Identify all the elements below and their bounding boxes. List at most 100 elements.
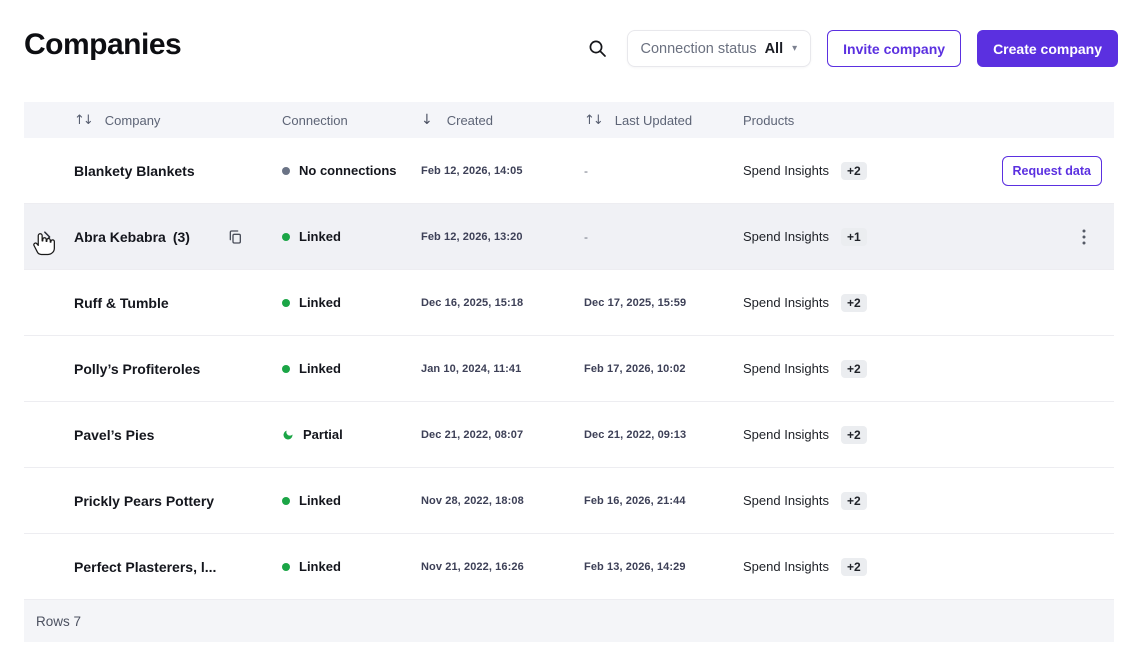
product-name: Spend Insights	[743, 229, 829, 244]
kebab-menu-icon	[1082, 229, 1086, 245]
connection-cell: Linked	[282, 493, 421, 508]
table-row[interactable]: Pavel’s Pies Partial Dec 21, 2022, 08:07…	[24, 402, 1114, 468]
sort-icon: ↑↓	[584, 113, 602, 128]
company-name: Pavel’s Pies	[74, 427, 154, 443]
action-cell: Request data	[943, 156, 1114, 186]
company-name: Prickly Pears Pottery	[74, 493, 214, 509]
table-footer: Rows 7	[24, 600, 1114, 642]
column-header-company[interactable]: ↑↓ Company	[24, 113, 282, 128]
connection-cell: Partial	[282, 427, 421, 442]
product-name: Spend Insights	[743, 295, 829, 310]
company-name: Ruff & Tumble	[74, 295, 169, 311]
product-count-badge: +2	[841, 162, 867, 180]
company-name: Abra Kebabra	[74, 229, 166, 245]
linked-status-icon	[282, 563, 290, 571]
companies-page: Companies Connection status All ▾ Invite…	[0, 0, 1138, 670]
product-name: Spend Insights	[743, 361, 829, 376]
product-count-badge: +2	[841, 360, 867, 378]
row-menu-button[interactable]	[1072, 225, 1096, 249]
products-cell: Spend Insights +2	[743, 558, 943, 576]
product-name: Spend Insights	[743, 559, 829, 574]
company-name: Blankety Blankets	[74, 163, 195, 179]
created-cell: Nov 28, 2022, 18:08	[421, 495, 584, 507]
connection-label: Linked	[299, 493, 341, 508]
column-label: Company	[105, 113, 161, 128]
column-header-products: Products	[743, 113, 943, 128]
rows-count-label: Rows 7	[36, 614, 81, 629]
column-label: Connection	[282, 113, 348, 128]
products-cell: Spend Insights +2	[743, 426, 943, 444]
table-row[interactable]: Perfect Plasterers, l... Linked Nov 21, …	[24, 534, 1114, 600]
created-cell: Dec 21, 2022, 08:07	[421, 429, 584, 441]
last-updated-cell: -	[584, 230, 743, 244]
linked-status-icon	[282, 497, 290, 505]
connection-cell: Linked	[282, 559, 421, 574]
request-data-button[interactable]: Request data	[1002, 156, 1103, 186]
column-label: Created	[447, 113, 493, 128]
table-header: ↑↓ Company Connection ↓ Created ↑↓ Last …	[24, 102, 1114, 138]
copy-icon	[227, 229, 247, 245]
connection-label: Linked	[299, 559, 341, 574]
company-cell: Prickly Pears Pottery	[24, 468, 282, 533]
filter-label: Connection status	[641, 41, 757, 57]
connection-label: No connections	[299, 163, 397, 178]
connection-cell: Linked	[282, 295, 421, 310]
last-updated-cell: Feb 16, 2026, 21:44	[584, 495, 743, 507]
connection-label: Linked	[299, 295, 341, 310]
last-updated-cell: Feb 17, 2026, 10:02	[584, 363, 743, 375]
chevron-down-icon: ▾	[792, 43, 797, 54]
company-name: Polly’s Profiteroles	[74, 361, 200, 377]
page-title: Companies	[24, 28, 181, 62]
last-updated-cell: Dec 21, 2022, 09:13	[584, 429, 743, 441]
column-label: Last Updated	[615, 113, 692, 128]
create-company-button[interactable]: Create company	[977, 30, 1118, 67]
product-name: Spend Insights	[743, 163, 829, 178]
column-header-last-updated[interactable]: ↑↓ Last Updated	[584, 113, 743, 128]
toolbar: Connection status All ▾ Invite company C…	[585, 30, 1119, 67]
invite-company-button[interactable]: Invite company	[827, 30, 961, 67]
created-cell: Feb 12, 2026, 13:20	[421, 231, 584, 243]
table-row[interactable]: Blankety Blankets No connections Feb 12,…	[24, 138, 1114, 204]
chevron-right-icon	[40, 230, 54, 244]
product-name: Spend Insights	[743, 427, 829, 442]
connection-cell: No connections	[282, 163, 421, 178]
search-button[interactable]	[585, 36, 611, 62]
expand-row-button[interactable]	[36, 226, 58, 248]
product-count-badge: +2	[841, 492, 867, 510]
product-count-badge: +2	[841, 426, 867, 444]
column-header-connection[interactable]: Connection	[282, 113, 421, 128]
table-row[interactable]: Abra Kebabra (3) Linked Feb 12, 2026, 13…	[24, 204, 1114, 270]
partial-status-icon	[282, 429, 294, 441]
search-icon	[588, 39, 607, 58]
column-header-created[interactable]: ↓ Created	[421, 112, 584, 128]
table-row[interactable]: Polly’s Profiteroles Linked Jan 10, 2024…	[24, 336, 1114, 402]
connection-label: Linked	[299, 229, 341, 244]
no-connection-status-icon	[282, 167, 290, 175]
connection-cell: Linked	[282, 229, 421, 244]
last-updated-cell: -	[584, 164, 743, 178]
filter-value: All	[765, 41, 784, 57]
linked-status-icon	[282, 233, 290, 241]
table-row[interactable]: Prickly Pears Pottery Linked Nov 28, 202…	[24, 468, 1114, 534]
products-cell: Spend Insights +1	[743, 228, 943, 246]
copy-button[interactable]	[227, 227, 247, 247]
product-name: Spend Insights	[743, 493, 829, 508]
connection-cell: Linked	[282, 361, 421, 376]
connection-label: Linked	[299, 361, 341, 376]
company-cell: Perfect Plasterers, l...	[24, 534, 282, 599]
companies-table: ↑↓ Company Connection ↓ Created ↑↓ Last …	[24, 102, 1114, 642]
product-count-badge: +1	[841, 228, 867, 246]
product-count-badge: +2	[841, 558, 867, 576]
connection-status-filter[interactable]: Connection status All ▾	[627, 30, 812, 67]
products-cell: Spend Insights +2	[743, 162, 943, 180]
products-cell: Spend Insights +2	[743, 492, 943, 510]
company-count-suffix: (3)	[173, 229, 190, 245]
company-cell: Blankety Blankets	[24, 138, 282, 203]
sort-icon: ↑↓	[74, 113, 92, 128]
sort-desc-icon: ↓	[421, 112, 433, 128]
company-cell: Polly’s Profiteroles	[24, 336, 282, 401]
linked-status-icon	[282, 299, 290, 307]
table-row[interactable]: Ruff & Tumble Linked Dec 16, 2025, 15:18…	[24, 270, 1114, 336]
company-name: Perfect Plasterers, l...	[74, 559, 216, 575]
company-cell: Ruff & Tumble	[24, 270, 282, 335]
